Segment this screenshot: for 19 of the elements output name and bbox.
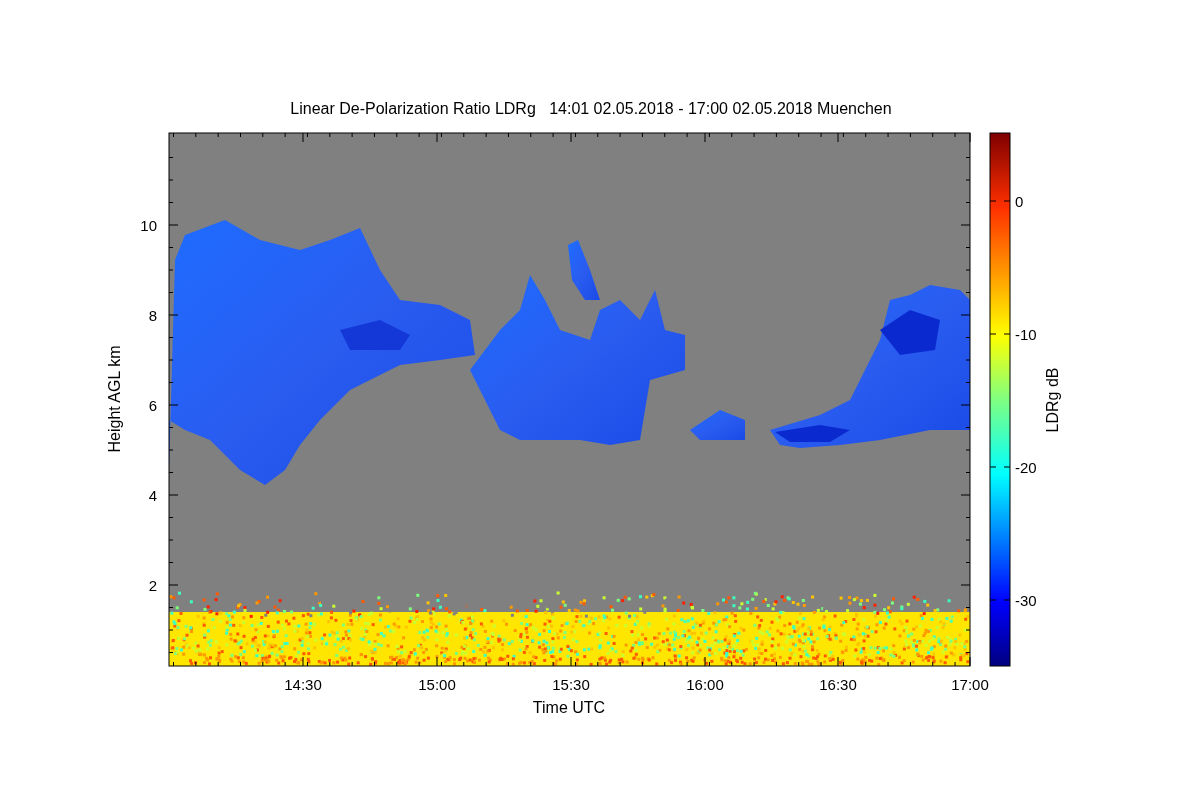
- tick-label: 14:30: [284, 676, 322, 693]
- tick-label: 4: [148, 487, 157, 504]
- tick-label: 0: [1015, 193, 1024, 210]
- x-axis-label: Time UTC: [532, 699, 606, 716]
- tick-label: -30: [1015, 592, 1037, 609]
- tick-label: -20: [1015, 459, 1037, 476]
- y-axis-label: Height AGL km: [106, 345, 123, 453]
- tick-label: 15:30: [552, 676, 590, 693]
- tick-label: 16:00: [686, 676, 724, 693]
- tick-label: 8: [148, 307, 157, 324]
- tick-label: -10: [1015, 326, 1037, 343]
- chart-title: Linear De-Polarization Ratio LDRg 14:01 02.05.2018 - 17:00 02.05.2018 Muenchen: [290, 100, 892, 117]
- colorbar-label: LDRg dB: [1044, 367, 1061, 433]
- tick-label: 16:30: [819, 676, 857, 693]
- tick-label: 10: [140, 217, 157, 234]
- tick-label: 2: [148, 577, 157, 594]
- tick-label: 17:00: [951, 676, 989, 693]
- tick-label: 6: [148, 397, 157, 414]
- tick-label: 15:00: [418, 676, 456, 693]
